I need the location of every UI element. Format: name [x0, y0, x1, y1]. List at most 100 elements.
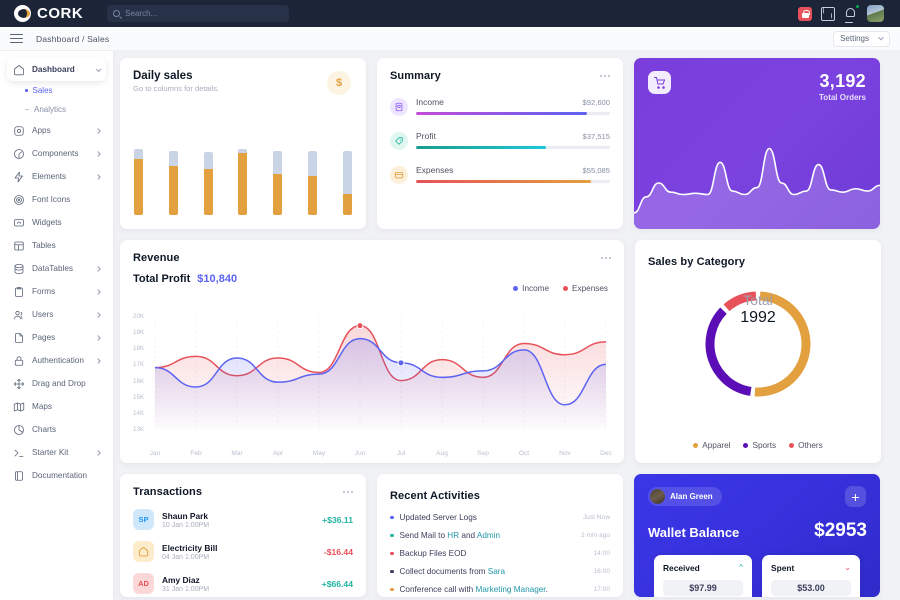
- x-axis-tick: Jul: [396, 450, 406, 457]
- sidebar-item-drag-and-drop[interactable]: Drag and Drop: [7, 372, 106, 395]
- total-orders-sparkline: [634, 147, 880, 229]
- activity-link[interactable]: HR: [447, 531, 459, 540]
- transaction-row[interactable]: AD Amy Diaz 31 Jan 1:00PM +$66.44: [133, 573, 353, 594]
- chevron-right-icon: [95, 288, 101, 295]
- sidebar-item-label: Drag and Drop: [32, 379, 86, 388]
- sidebar-item-dashboard[interactable]: Dashboard: [7, 58, 106, 81]
- sidebar-item-maps[interactable]: Maps: [7, 395, 106, 418]
- topbar-actions: [798, 4, 892, 22]
- legend-swatch: [743, 443, 749, 448]
- search-input[interactable]: [125, 9, 284, 18]
- sidebar-subitem-sales[interactable]: Sales: [7, 81, 106, 100]
- bullet-icon: [390, 587, 394, 592]
- more-options-icon[interactable]: [600, 256, 611, 260]
- sidebar-item-widgets[interactable]: Widgets: [7, 211, 106, 234]
- legend-swatch: [789, 443, 795, 448]
- dashboard-row-3: Transactions SP Shaun Park 10 Jan 1:00PM…: [120, 474, 890, 597]
- legend-item-apparel[interactable]: Apparel: [693, 441, 730, 450]
- wallet-panel-title: Spent: [771, 563, 795, 573]
- more-options-icon[interactable]: [599, 74, 610, 78]
- bullet-icon: [390, 515, 394, 520]
- sidebar-item-datatables[interactable]: DataTables: [7, 257, 106, 280]
- bar-segment-sales: [273, 174, 283, 215]
- summary-row-profit: Profit $37,515: [390, 131, 610, 150]
- sidebar-item-authentication[interactable]: Authentication: [7, 349, 106, 372]
- more-options-icon[interactable]: [342, 490, 353, 494]
- summary-card: Summary Income $92,600 Profit $37,515 Ex…: [377, 58, 623, 229]
- chevron-down-icon: [878, 34, 884, 40]
- bar-column[interactable]: [342, 150, 352, 215]
- legend-item-expenses[interactable]: Expenses: [563, 284, 608, 293]
- shopping-cart-icon: [648, 71, 671, 94]
- wallet-user[interactable]: Alan Green: [648, 487, 722, 506]
- mail-icon[interactable]: [821, 6, 835, 21]
- search-bar[interactable]: [107, 5, 290, 22]
- sidebar-item-tables[interactable]: Tables: [7, 234, 106, 257]
- users-icon: [13, 309, 25, 321]
- sidebar-subitem-analytics[interactable]: Analytics: [7, 100, 106, 119]
- sidebar-item-components[interactable]: Components: [7, 142, 106, 165]
- total-orders-caption: Total Orders: [819, 93, 866, 102]
- bar-column[interactable]: [238, 148, 248, 215]
- legend-label: Apparel: [702, 441, 731, 450]
- progress-fill: [416, 146, 546, 149]
- sidebar-item-label: Tables: [32, 241, 56, 250]
- revenue-chart: 20K 19K 18K 17K 16K 15K 14K 13K Jan Feb Mar Apr May…: [133, 313, 614, 457]
- y-axis-tick: 20K: [133, 313, 145, 320]
- notification-bell-icon[interactable]: [844, 4, 859, 21]
- bar-segment-remaining: [134, 148, 143, 159]
- breadcrumb-bar: Dashboard / Sales Settings: [0, 27, 900, 51]
- transaction-row[interactable]: SP Shaun Park 10 Jan 1:00PM +$36.11: [133, 509, 353, 530]
- bar-column[interactable]: [308, 150, 318, 215]
- transaction-name: Amy Diaz: [162, 574, 200, 585]
- sidebar-item-documentation[interactable]: Documentation: [7, 464, 106, 487]
- sidebar-item-elements[interactable]: Elements: [7, 165, 106, 188]
- activity-link[interactable]: Sara: [488, 567, 505, 576]
- sidebar-item-font-icons[interactable]: Font Icons: [7, 188, 106, 211]
- legend-item-income[interactable]: Income: [513, 284, 549, 293]
- sidebar-item-label: Font Icons: [32, 195, 71, 204]
- legend-item-others[interactable]: Others: [789, 441, 823, 450]
- sidebar-item-starter-kit[interactable]: Starter Kit: [7, 441, 106, 464]
- bar-column[interactable]: [273, 150, 283, 215]
- lock-icon[interactable]: [798, 6, 812, 21]
- sidebar-item-charts[interactable]: Charts: [7, 418, 106, 441]
- pages-icon: [13, 332, 25, 344]
- chevron-right-icon: [95, 265, 101, 272]
- user-avatar[interactable]: [867, 5, 884, 22]
- maps-icon: [13, 401, 25, 413]
- menu-toggle-icon[interactable]: [10, 33, 23, 44]
- sidebar-item-forms[interactable]: Forms: [7, 280, 106, 303]
- sidebar-item-label: Apps: [32, 126, 51, 135]
- x-axis-tick: Jan: [149, 450, 161, 457]
- sidebar-item-pages[interactable]: Pages: [7, 326, 106, 349]
- transaction-avatar: AD: [133, 573, 154, 594]
- wallet-balance-label: Wallet Balance: [648, 525, 740, 540]
- transaction-row[interactable]: Electricity Bill 04 Jan 1:00PM -$16.44: [133, 541, 353, 562]
- sidebar-subitem-label: Analytics: [34, 105, 67, 114]
- daily-sales-subtitle: Go to columns for details.: [133, 84, 220, 93]
- bar-segment-sales: [203, 169, 213, 215]
- brand-logo[interactable]: CORK: [8, 5, 83, 22]
- legend-item-sports[interactable]: Sports: [743, 441, 776, 450]
- home-icon: [13, 64, 25, 76]
- activity-row: Send Mail to HR and Admin 2 min ago: [390, 531, 610, 540]
- activity-link[interactable]: Marketing Manager: [476, 585, 546, 594]
- bar-column[interactable]: [168, 150, 178, 215]
- activity-link[interactable]: Admin: [477, 531, 500, 540]
- sidebar-item-users[interactable]: Users: [7, 303, 106, 326]
- summary-row-label: Expenses: [416, 165, 454, 175]
- sidebar-item-apps[interactable]: Apps: [7, 119, 106, 142]
- wallet-panel-received[interactable]: Received ^ $97.99: [654, 555, 752, 597]
- wallet-panel-title: Received: [663, 563, 700, 573]
- wallet-panel-spent[interactable]: Spent ⌄ $53.00: [762, 555, 860, 597]
- sidebar: Dashboard Sales Analytics Apps Component…: [0, 51, 113, 600]
- plus-icon[interactable]: +: [845, 486, 866, 507]
- bar-column[interactable]: [134, 148, 143, 215]
- bar-column[interactable]: [203, 151, 213, 215]
- activity-row: Conference call with Marketing Manager. …: [390, 585, 610, 594]
- total-orders-value-block: 3,192 Total Orders: [819, 71, 866, 102]
- daily-sales-chart: [134, 147, 352, 215]
- transaction-date: 10 Jan 1:00PM: [162, 521, 210, 529]
- settings-dropdown[interactable]: Settings: [833, 30, 890, 47]
